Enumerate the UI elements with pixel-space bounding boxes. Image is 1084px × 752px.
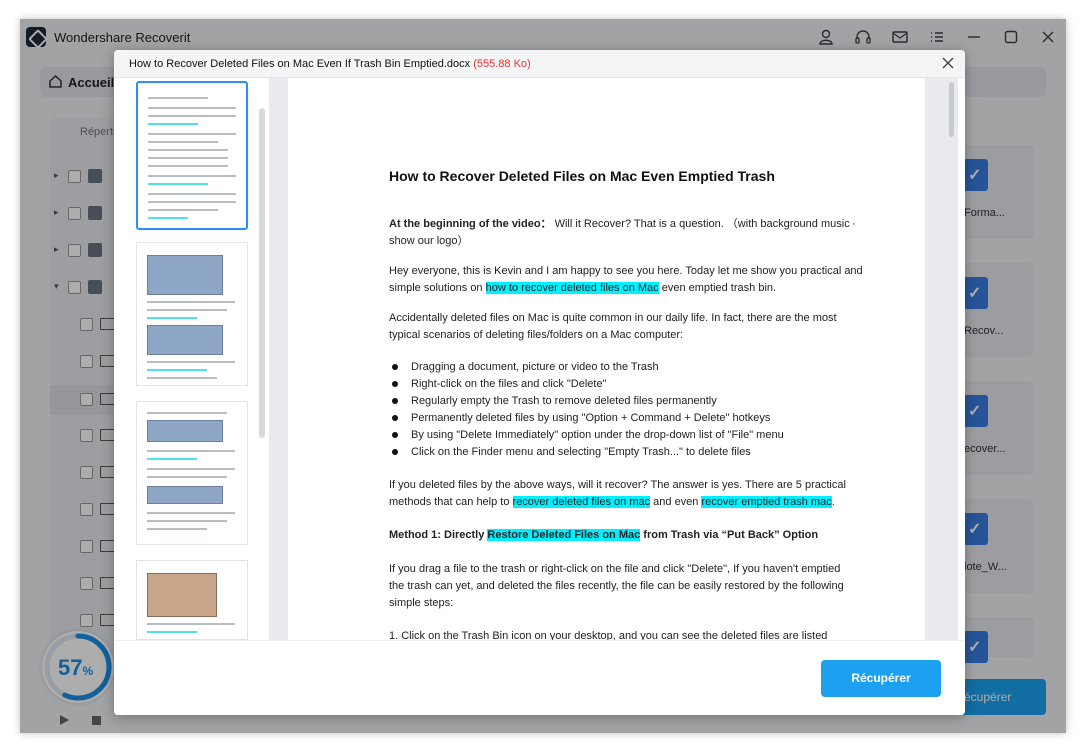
doc-intro-line-2: show our logo） [389,235,469,247]
doc-paragraph-line: methods that can help to recover deleted… [389,496,835,508]
bullet-icon [392,415,398,421]
doc-intro-line: At the beginning of the video： Will it R… [389,218,856,230]
bullet-icon [392,381,398,387]
doc-paragraph-line: simple solutions on how to recover delet… [389,282,777,294]
doc-paragraph-line: Hey everyone, this is Kevin and I am hap… [389,265,863,277]
page-thumbnail-4[interactable] [136,560,248,640]
doc-paragraph-line: the trash can yet, and deleted the files… [389,580,844,592]
bullet-icon [392,449,398,455]
thumbnail-scrollbar[interactable] [259,108,265,438]
doc-paragraph-line: Accidentally deleted files on Mac is qui… [389,312,837,324]
bullet-icon [392,432,398,438]
doc-step-item: 1. Click on the Trash Bin icon on your d… [389,630,828,640]
doc-bullet-item: By using "Delete Immediately" option und… [411,429,784,441]
page-thumbnails [114,78,269,640]
doc-bullet-item: Click on the Finder menu and selecting "… [411,446,751,458]
doc-paragraph-line: If you deleted files by the above ways, … [389,479,846,491]
recover-button[interactable]: Récupérer [821,660,941,697]
document-scrollbar[interactable] [949,82,954,137]
close-preview-icon[interactable] [939,54,957,72]
preview-footer: Récupérer [114,640,965,715]
doc-title: How to Recover Deleted Files on Mac Even… [389,168,775,184]
document-viewer: How to Recover Deleted Files on Mac Even… [269,78,958,640]
preview-header: How to Recover Deleted Files on Mac Even… [114,50,965,78]
document-page: How to Recover Deleted Files on Mac Even… [288,78,925,640]
doc-paragraph-line: typical scenarios of deleting files/fold… [389,329,684,341]
page-thumbnail-3[interactable] [136,401,248,545]
doc-bullet-item: Permanently deleted files by using "Opti… [411,412,771,424]
doc-bullet-item: Right-click on the files and click "Dele… [411,378,607,390]
file-preview-dialog: How to Recover Deleted Files on Mac Even… [114,50,965,715]
doc-bullet-item: Regularly empty the Trash to remove dele… [411,395,717,407]
doc-paragraph-line: simple steps: [389,597,454,609]
page-thumbnail-2[interactable] [136,242,248,386]
bullet-icon [392,398,398,404]
doc-bullet-item: Dragging a document, picture or video to… [411,361,659,373]
doc-method-heading: Method 1: Directly Restore Deleted Files… [389,529,819,541]
page-thumbnail-1[interactable] [136,81,248,230]
doc-paragraph-line: If you drag a file to the trash or right… [389,563,841,575]
preview-title: How to Recover Deleted Files on Mac Even… [129,58,531,70]
file-size: (555.88 Ko) [473,58,531,70]
bullet-icon [392,364,398,370]
